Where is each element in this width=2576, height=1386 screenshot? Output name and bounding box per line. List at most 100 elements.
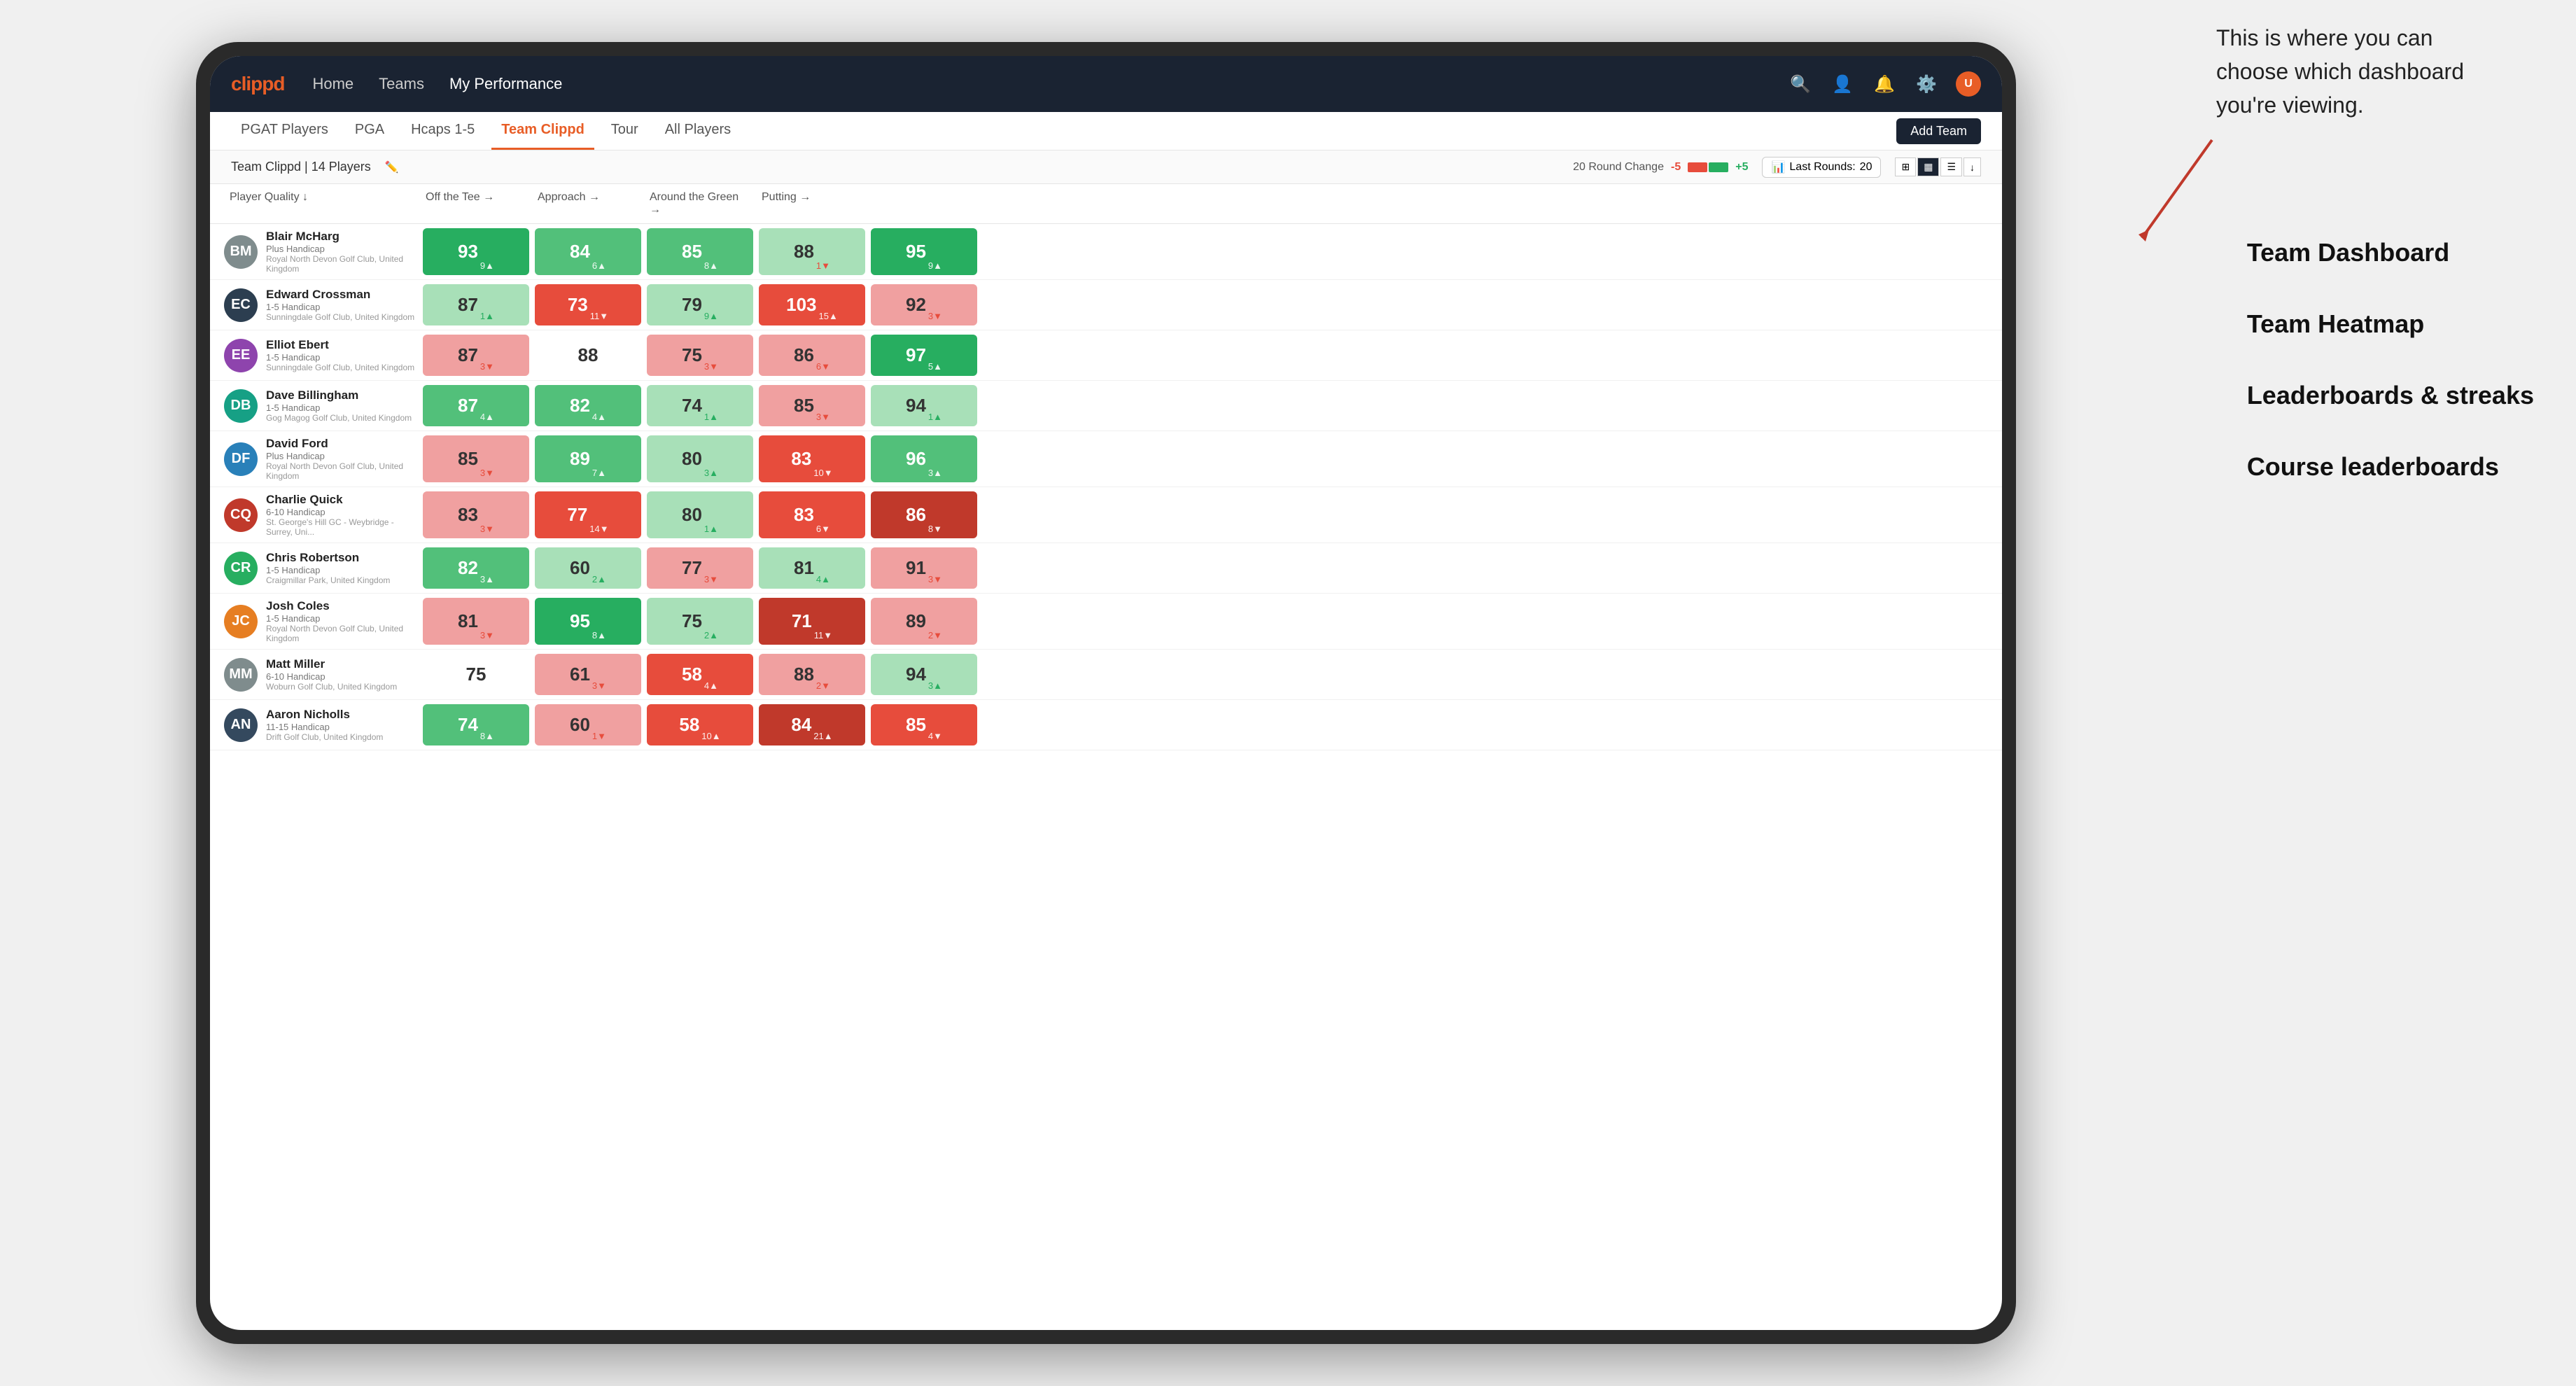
player-club: Royal North Devon Golf Club, United King… <box>266 624 420 643</box>
player-name[interactable]: Blair McHarg <box>266 230 420 244</box>
avatar: AN <box>224 708 258 742</box>
last-rounds-button[interactable]: 📊 Last Rounds: 20 <box>1762 157 1881 178</box>
team-name: Team Clippd | 14 Players <box>231 160 371 174</box>
player-handicap: 1-5 Handicap <box>266 402 412 413</box>
nav-teams[interactable]: Teams <box>379 75 424 93</box>
nav-home[interactable]: Home <box>312 75 354 93</box>
stat-value: 80 <box>682 504 702 526</box>
stat-cell-1: 613▼ <box>535 654 641 695</box>
table-row[interactable]: DFDavid FordPlus HandicapRoyal North Dev… <box>210 431 2002 487</box>
tab-all-players[interactable]: All Players <box>655 112 741 150</box>
stat-change: 21▲ <box>813 731 832 741</box>
stat-cell-0: 874▲ <box>423 385 529 426</box>
stat-cell-1: 897▲ <box>535 435 641 482</box>
player-handicap: Plus Handicap <box>266 244 420 254</box>
stat-value: 85 <box>458 448 478 470</box>
player-info-cell: JCJosh Coles1-5 HandicapRoyal North Devo… <box>224 594 420 649</box>
tab-tour[interactable]: Tour <box>601 112 648 150</box>
nav-my-performance[interactable]: My Performance <box>449 75 562 93</box>
player-details: Chris Robertson1-5 HandicapCraigmillar P… <box>266 551 390 585</box>
player-club: Sunningdale Golf Club, United Kingdom <box>266 312 414 322</box>
search-icon[interactable]: 🔍 <box>1788 71 1813 97</box>
user-avatar[interactable]: U <box>1956 71 1981 97</box>
player-handicap: 1-5 Handicap <box>266 302 414 312</box>
player-info-cell: DBDave Billingham1-5 HandicapGog Magog G… <box>224 381 420 430</box>
table-row[interactable]: JCJosh Coles1-5 HandicapRoyal North Devo… <box>210 594 2002 650</box>
table-header: Player Quality ↓ Off the Tee → Approach … <box>210 184 2002 224</box>
player-details: Charlie Quick6-10 HandicapSt. George's H… <box>266 493 420 537</box>
player-club: Sunningdale Golf Club, United Kingdom <box>266 363 414 372</box>
stat-change: 3▼ <box>480 468 494 478</box>
stat-value: 91 <box>906 557 926 579</box>
table-row[interactable]: EEElliot Ebert1-5 HandicapSunningdale Go… <box>210 330 2002 381</box>
stat-value: 87 <box>458 395 478 416</box>
table-row[interactable]: EC Edward Crossman1-5 HandicapSunningdale… <box>210 280 2002 330</box>
stat-change: 3▼ <box>480 524 494 534</box>
rc-neg-bar <box>1688 162 1707 172</box>
stat-value: 95 <box>570 610 590 632</box>
stat-change: 3▼ <box>480 630 494 640</box>
player-details: David FordPlus HandicapRoyal North Devon… <box>266 437 420 481</box>
bell-icon[interactable]: 🔔 <box>1872 71 1897 97</box>
player-name[interactable]: Josh Coles <box>266 599 420 613</box>
rc-pos-bar <box>1709 162 1728 172</box>
stat-value: 60 <box>570 557 590 579</box>
stat-value: 93 <box>458 241 478 262</box>
stat-cell-3: 8421▲ <box>759 704 865 746</box>
stat-change: 10▲ <box>701 731 720 741</box>
player-name[interactable]: Edward Crossman <box>266 288 414 302</box>
table-row[interactable]: MMMatt Miller6-10 HandicapWoburn Golf Cl… <box>210 650 2002 700</box>
stat-value: 89 <box>906 610 926 632</box>
settings-icon[interactable]: ⚙️ <box>1914 71 1939 97</box>
table-row[interactable]: CQCharlie Quick6-10 HandicapSt. George's… <box>210 487 2002 543</box>
player-name[interactable]: David Ford <box>266 437 420 451</box>
player-name[interactable]: Dave Billingham <box>266 388 412 402</box>
table-row[interactable]: BMBlair McHargPlus HandicapRoyal North D… <box>210 224 2002 280</box>
edit-icon[interactable]: ✏️ <box>385 160 399 174</box>
app-logo: clippd <box>231 73 284 95</box>
stat-change: 5▲ <box>928 361 942 372</box>
list-view-button[interactable]: ☰ <box>1940 158 1962 176</box>
tab-pgat-players[interactable]: PGAT Players <box>231 112 338 150</box>
table-row[interactable]: ANAaron Nicholls11-15 HandicapDrift Golf… <box>210 700 2002 750</box>
stat-change: 4▲ <box>704 680 718 691</box>
player-club: Drift Golf Club, United Kingdom <box>266 732 383 742</box>
stat-value: 71 <box>792 610 812 632</box>
stat-change: 10▼ <box>813 468 832 478</box>
player-name[interactable]: Chris Robertson <box>266 551 390 565</box>
tab-pga[interactable]: PGA <box>345 112 394 150</box>
player-name[interactable]: Elliot Ebert <box>266 338 414 352</box>
avatar: EC <box>224 288 258 322</box>
player-name[interactable]: Charlie Quick <box>266 493 420 507</box>
player-club: Royal North Devon Golf Club, United King… <box>266 461 420 481</box>
user-icon[interactable]: 👤 <box>1830 71 1855 97</box>
stat-cell-3: 7111▼ <box>759 598 865 645</box>
stat-value: 82 <box>570 395 590 416</box>
stat-cell-0: 833▼ <box>423 491 529 538</box>
table-row[interactable]: CRChris Robertson1-5 HandicapCraigmillar… <box>210 543 2002 594</box>
stat-value: 75 <box>682 610 702 632</box>
stat-cell-4: 943▲ <box>871 654 977 695</box>
stat-cell-4: 868▼ <box>871 491 977 538</box>
stat-cell-4: 854▼ <box>871 704 977 746</box>
stat-change: 4▲ <box>480 412 494 422</box>
stat-value: 83 <box>791 448 811 470</box>
heatmap-view-button[interactable]: ▦ <box>1917 158 1939 176</box>
stat-change: 4▲ <box>592 412 606 422</box>
grid-view-button[interactable]: ⊞ <box>1895 158 1916 176</box>
tab-team-clippd[interactable]: Team Clippd <box>491 112 594 150</box>
stat-change: 1▼ <box>816 260 830 271</box>
stat-change: 3▼ <box>928 311 942 321</box>
stat-cell-4: 941▲ <box>871 385 977 426</box>
table-row[interactable]: DBDave Billingham1-5 HandicapGog Magog G… <box>210 381 2002 431</box>
stat-cell-1: 846▲ <box>535 228 641 275</box>
player-name[interactable]: Matt Miller <box>266 657 397 671</box>
stat-cell-3: 866▼ <box>759 335 865 376</box>
stat-cell-0: 873▼ <box>423 335 529 376</box>
download-button[interactable]: ↓ <box>1963 158 1981 176</box>
player-name[interactable]: Aaron Nicholls <box>266 708 383 722</box>
tab-hcaps[interactable]: Hcaps 1-5 <box>401 112 484 150</box>
stat-change: 8▲ <box>480 731 494 741</box>
add-team-button[interactable]: Add Team <box>1896 118 1981 144</box>
stat-cell-1: 601▼ <box>535 704 641 746</box>
